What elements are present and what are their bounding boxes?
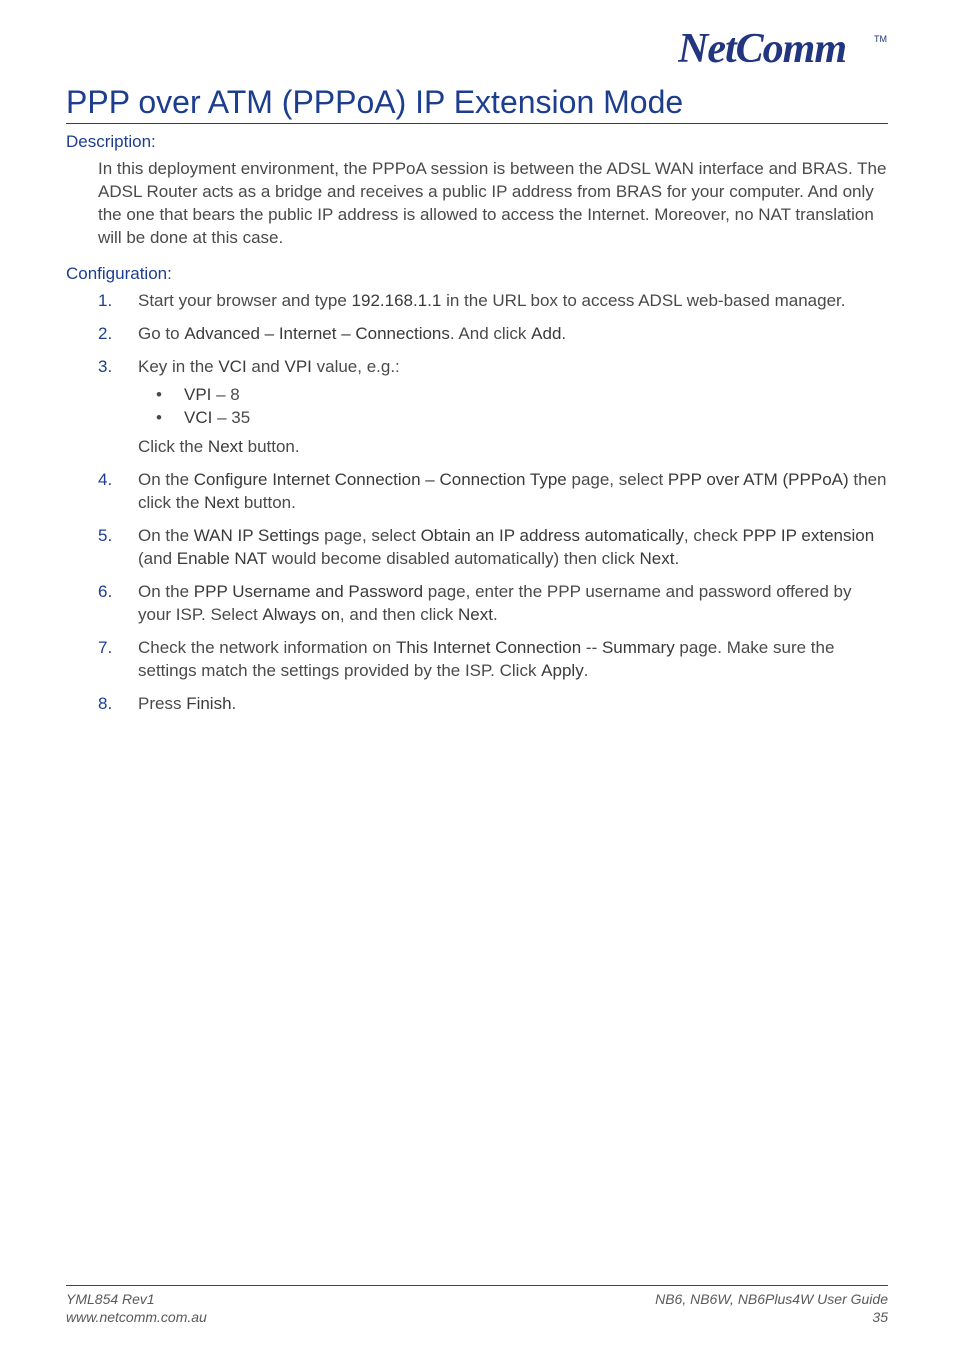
bold: Next	[458, 605, 493, 624]
text: On the	[138, 470, 194, 489]
footer-left: YML854 Rev1 www.netcomm.com.au	[66, 1290, 207, 1326]
footer-guide-text: User Guide	[813, 1291, 888, 1307]
step-3-bullets: VPI – 8 VCI – 35	[156, 383, 888, 431]
text: button.	[239, 493, 296, 512]
text: Press	[138, 694, 186, 713]
bold: PPP over ATM (PPPoA)	[668, 470, 849, 489]
bold: VPI	[284, 357, 311, 376]
step-7: Check the network information on This In…	[98, 637, 888, 683]
bold: VCI	[184, 408, 212, 427]
step-1: Start your browser and type 192.168.1.1 …	[98, 290, 888, 313]
page-footer: YML854 Rev1 www.netcomm.com.au NB6, NB6W…	[66, 1285, 888, 1326]
bold: Next	[639, 549, 674, 568]
text: would become disabled automatically) the…	[267, 549, 639, 568]
bold: WAN IP Settings	[194, 526, 320, 545]
bold: PPP Username and Password	[194, 582, 423, 601]
bold: Apply	[541, 661, 584, 680]
bold: Add	[531, 324, 561, 343]
bold: Configure Internet Connection – Connecti…	[194, 470, 567, 489]
footer-right: NB6, NB6W, NB6Plus4W User Guide 35	[655, 1290, 888, 1326]
text: Go to	[138, 324, 184, 343]
configuration-heading: Configuration:	[66, 264, 888, 284]
bold: Summary	[602, 638, 675, 657]
text: value, e.g.:	[312, 357, 400, 376]
text: .	[584, 661, 589, 680]
configuration-steps: Start your browser and type 192.168.1.1 …	[98, 290, 888, 716]
bold: This Internet Connection	[396, 638, 581, 657]
bold: Obtain an IP address automatically	[421, 526, 684, 545]
text: page, select	[319, 526, 420, 545]
footer-guide: NB6, NB6W, NB6Plus4W User Guide	[655, 1290, 888, 1308]
step-3-extra: Click the Next button.	[138, 436, 888, 459]
logo-text: NetComm	[678, 28, 846, 72]
text: , and then click	[340, 605, 458, 624]
bold: Always on	[262, 605, 339, 624]
text: Key in the	[138, 357, 218, 376]
bold: VCI	[218, 357, 246, 376]
brand-logo: NetComm TM	[678, 28, 888, 77]
text: (and	[138, 549, 177, 568]
text: . And click	[450, 324, 531, 343]
bold: 192.168.1.1	[352, 291, 442, 310]
step-4: On the Configure Internet Connection – C…	[98, 469, 888, 515]
text: Start your browser and type	[138, 291, 352, 310]
step-2: Go to Advanced – Internet – Connections.…	[98, 323, 888, 346]
bold: Enable NAT	[177, 549, 267, 568]
text: .	[232, 694, 237, 713]
bullet-vpi: VPI – 8	[156, 383, 888, 407]
text: in the URL box to access ADSL web-based …	[441, 291, 845, 310]
step-6: On the PPP Username and Password page, e…	[98, 581, 888, 627]
footer-rev: YML854 Rev1	[66, 1290, 207, 1308]
page-title: PPP over ATM (PPPoA) IP Extension Mode	[66, 84, 888, 124]
text: Check the network information on	[138, 638, 396, 657]
text: button.	[243, 437, 300, 456]
text: .	[674, 549, 679, 568]
footer-models: NB6, NB6W, NB6Plus4W	[655, 1291, 813, 1307]
text: .	[561, 324, 566, 343]
step-5: On the WAN IP Settings page, select Obta…	[98, 525, 888, 571]
step-8: Press Finish.	[98, 693, 888, 716]
bold: Finish	[186, 694, 231, 713]
bold: Next	[204, 493, 239, 512]
text: page, select	[567, 470, 668, 489]
text: and	[247, 357, 285, 376]
text: On the	[138, 582, 194, 601]
description-heading: Description:	[66, 132, 888, 152]
bold: Advanced – Internet – Connections	[184, 324, 450, 343]
bold: VPI	[184, 385, 211, 404]
text: .	[493, 605, 498, 624]
footer-url: www.netcomm.com.au	[66, 1308, 207, 1326]
text: , check	[684, 526, 743, 545]
text: --	[581, 638, 602, 657]
text: – 8	[211, 385, 239, 404]
text: – 35	[212, 408, 250, 427]
text: On the	[138, 526, 194, 545]
logo-tm: TM	[874, 34, 887, 44]
bullet-vci: VCI – 35	[156, 406, 888, 430]
description-text: In this deployment environment, the PPPo…	[98, 158, 888, 250]
footer-page-number: 35	[655, 1308, 888, 1326]
bold: PPP IP extension	[743, 526, 875, 545]
text: Click the	[138, 437, 208, 456]
bold: Next	[208, 437, 243, 456]
step-3: Key in the VCI and VPI value, e.g.: VPI …	[98, 356, 888, 459]
